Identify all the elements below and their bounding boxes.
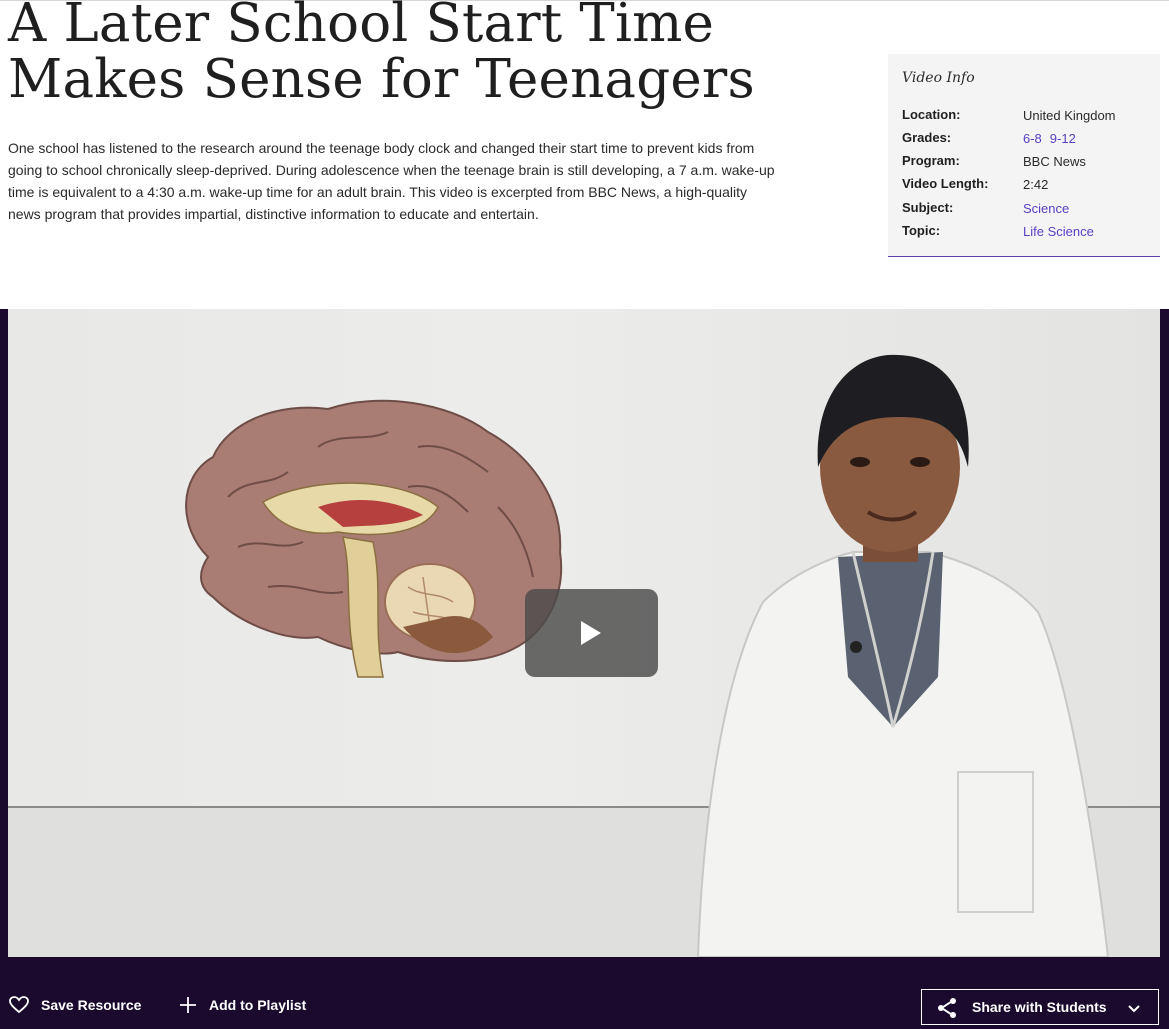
share-with-students-label: Share with Students [972, 999, 1107, 1015]
location-value: United Kingdom [1023, 108, 1116, 123]
brain-diagram-image [185, 399, 563, 678]
grades-value: 6-8 9-12 [1023, 131, 1076, 146]
share-with-students-button[interactable]: Share with Students [921, 989, 1159, 1025]
save-resource-label: Save Resource [41, 997, 142, 1013]
info-row-grades: Grades: 6-8 9-12 [902, 130, 1152, 150]
play-button[interactable] [525, 589, 658, 677]
share-icon [936, 997, 958, 1022]
presenter-image [696, 354, 1110, 957]
heart-icon [9, 996, 29, 1014]
subject-link[interactable]: Science [1023, 201, 1069, 216]
length-label: Video Length: [902, 176, 989, 191]
info-row-subject: Subject: Science [902, 200, 1152, 220]
info-row-topic: Topic: Life Science [902, 223, 1152, 243]
length-value: 2:42 [1023, 177, 1049, 192]
info-row-program: Program: BBC News [902, 153, 1152, 173]
video-player: Save Resource Add to Playlist Share with… [0, 309, 1169, 1029]
save-resource-button[interactable]: Save Resource [9, 991, 141, 1019]
video-info-heading: Video Info [902, 70, 975, 86]
add-to-playlist-label: Add to Playlist [209, 997, 307, 1013]
video-info-card: Video Info Location: United Kingdom Grad… [888, 54, 1160, 257]
video-frame[interactable] [8, 309, 1160, 957]
program-label: Program: [902, 153, 960, 168]
grade-link-9-12[interactable]: 9-12 [1050, 131, 1076, 146]
plus-icon [179, 996, 197, 1014]
add-to-playlist-button[interactable]: Add to Playlist [179, 991, 306, 1019]
player-action-bar: Save Resource Add to Playlist Share with… [0, 957, 1169, 1029]
play-icon [581, 621, 601, 645]
program-value: BBC News [1023, 154, 1086, 169]
info-row-location: Location: United Kingdom [902, 107, 1152, 127]
grades-label: Grades: [902, 130, 952, 145]
location-label: Location: [902, 107, 961, 122]
chevron-down-icon [1127, 1001, 1141, 1017]
grade-link-6-8[interactable]: 6-8 [1023, 131, 1042, 146]
topic-label: Topic: [902, 223, 941, 238]
video-description: One school has listened to the research … [8, 140, 775, 222]
topic-link[interactable]: Life Science [1023, 224, 1094, 239]
subject-label: Subject: [902, 200, 954, 215]
page-title: A Later School Start Time Makes Sense fo… [8, 0, 755, 110]
info-row-length: Video Length: 2:42 [902, 176, 1152, 196]
